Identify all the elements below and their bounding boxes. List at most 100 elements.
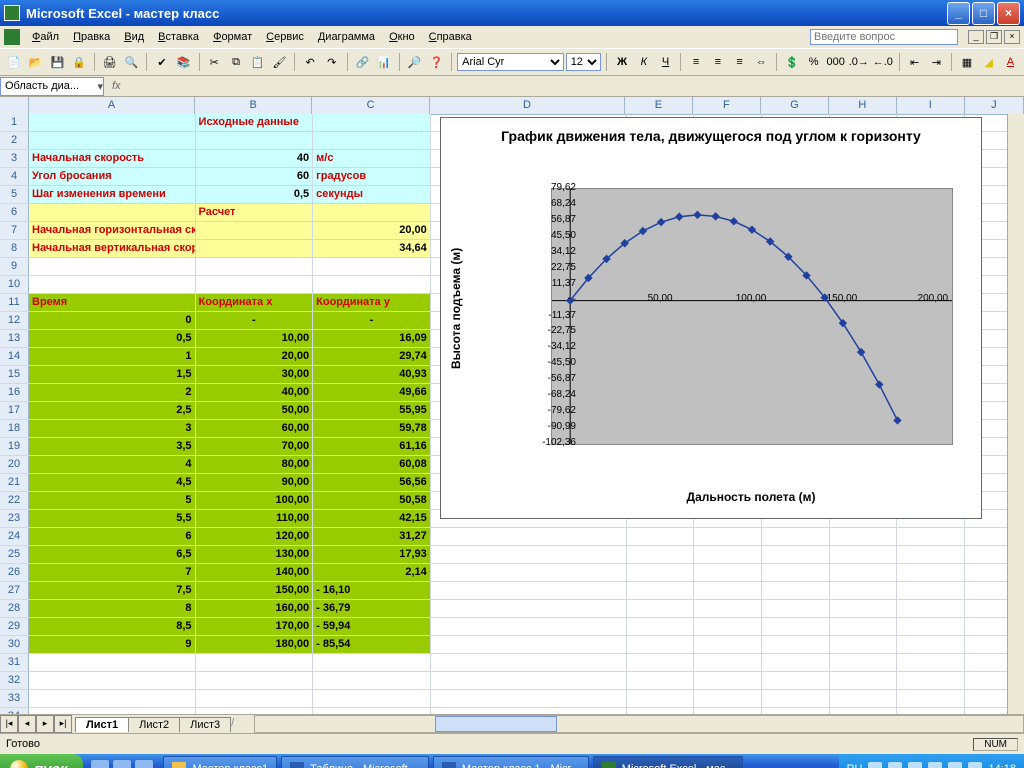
font-name-select[interactable]: Arial Cyr [457, 53, 564, 71]
cell[interactable] [830, 600, 898, 617]
cell[interactable]: 0,5 [196, 186, 314, 203]
cell[interactable]: 30,00 [196, 366, 314, 383]
row-header[interactable]: 7 [0, 222, 29, 239]
align-center-icon[interactable]: ≡ [708, 51, 728, 73]
col-header-A[interactable]: A [29, 97, 195, 114]
cell[interactable]: - 59,94 [313, 618, 431, 635]
cell[interactable] [694, 546, 762, 563]
cell[interactable] [762, 546, 830, 563]
sheet-tab-Лист1[interactable]: Лист1 [75, 717, 129, 732]
cell[interactable] [762, 528, 830, 545]
cell[interactable] [897, 582, 965, 599]
cell[interactable] [431, 636, 627, 653]
fill-color-icon[interactable]: ◢ [979, 51, 999, 73]
cell[interactable] [694, 654, 762, 671]
cell[interactable] [627, 654, 695, 671]
menu-Формат[interactable]: Формат [207, 29, 258, 45]
currency-icon[interactable]: 💲 [782, 51, 802, 73]
cell[interactable]: 50,58 [313, 492, 431, 509]
cell[interactable]: 2 [29, 384, 196, 401]
col-header-C[interactable]: C [312, 97, 429, 114]
cell[interactable] [313, 132, 431, 149]
cell[interactable] [431, 582, 627, 599]
cell[interactable]: 8,5 [29, 618, 196, 635]
doc-close-button[interactable]: × [1004, 30, 1020, 44]
align-left-icon[interactable]: ≡ [686, 51, 706, 73]
cell[interactable]: 29,74 [313, 348, 431, 365]
cell[interactable] [627, 582, 695, 599]
cell[interactable]: 120,00 [196, 528, 314, 545]
help-icon[interactable]: ❓ [427, 51, 447, 73]
cell[interactable]: 50,00 [196, 402, 314, 419]
tab-nav-last[interactable]: ▸| [54, 715, 72, 733]
cell[interactable] [897, 546, 965, 563]
cell[interactable] [627, 564, 695, 581]
cell[interactable] [29, 258, 196, 275]
cell[interactable]: 4,5 [29, 474, 196, 491]
cell[interactable] [29, 114, 196, 131]
row-header[interactable]: 23 [0, 510, 29, 527]
open-icon[interactable]: 📂 [26, 51, 46, 73]
cell[interactable] [196, 690, 314, 707]
taskbar-button[interactable]: Мастер класс1 [163, 756, 277, 768]
cell[interactable]: 2,14 [313, 564, 431, 581]
cell[interactable]: градусов [313, 168, 431, 185]
cell[interactable]: - 36,79 [313, 600, 431, 617]
cell[interactable]: 7,5 [29, 582, 196, 599]
cell[interactable] [897, 618, 965, 635]
cell[interactable] [694, 564, 762, 581]
cell[interactable]: Координата x [196, 294, 314, 311]
cell[interactable] [830, 672, 898, 689]
name-box[interactable]: Область диа...▾ [0, 77, 104, 96]
cell[interactable] [830, 708, 898, 714]
row-header[interactable]: 15 [0, 366, 29, 383]
cell[interactable]: 42,15 [313, 510, 431, 527]
cell[interactable] [830, 618, 898, 635]
row-header[interactable]: 34 [0, 708, 29, 714]
row-header[interactable]: 16 [0, 384, 29, 401]
cell[interactable]: 59,78 [313, 420, 431, 437]
row-header[interactable]: 19 [0, 438, 29, 455]
cell[interactable] [29, 708, 196, 714]
font-size-select[interactable]: 12 [566, 53, 602, 71]
cell[interactable] [29, 132, 196, 149]
format-painter-icon[interactable]: 🖌 [270, 51, 290, 73]
ie-icon[interactable] [91, 760, 109, 768]
col-header-J[interactable]: J [965, 97, 1024, 114]
cell[interactable] [431, 528, 627, 545]
cell[interactable] [627, 708, 695, 714]
tray-icon[interactable] [968, 762, 982, 768]
bold-button[interactable]: Ж [612, 51, 632, 73]
cell[interactable]: 61,16 [313, 438, 431, 455]
start-button[interactable]: пуск [0, 754, 83, 768]
cell[interactable] [897, 708, 965, 714]
menu-Справка[interactable]: Справка [423, 29, 478, 45]
row-header[interactable]: 27 [0, 582, 29, 599]
row-header[interactable]: 2 [0, 132, 29, 149]
cell[interactable] [694, 636, 762, 653]
language-indicator[interactable]: RU [847, 763, 863, 768]
menu-Вставка[interactable]: Вставка [152, 29, 205, 45]
cell[interactable] [897, 654, 965, 671]
cell[interactable] [694, 708, 762, 714]
increase-decimal-icon[interactable]: .0→ [848, 51, 870, 73]
cell[interactable] [29, 690, 196, 707]
tray-icon[interactable] [908, 762, 922, 768]
underline-button[interactable]: Ч [656, 51, 676, 73]
row-header[interactable]: 4 [0, 168, 29, 185]
row-header[interactable]: 25 [0, 546, 29, 563]
tab-nav-first[interactable]: |◂ [0, 715, 18, 733]
cell[interactable] [762, 618, 830, 635]
cell[interactable] [830, 636, 898, 653]
window-maximize-button[interactable]: □ [972, 2, 995, 25]
cell[interactable]: 1 [29, 348, 196, 365]
help-question-box[interactable] [810, 29, 958, 45]
zoom-icon[interactable]: 🔎 [405, 51, 425, 73]
preview-icon[interactable]: 🔍 [121, 51, 141, 73]
cell[interactable]: 56,56 [313, 474, 431, 491]
cell[interactable] [830, 582, 898, 599]
cut-icon[interactable]: ✂ [204, 51, 224, 73]
cell[interactable] [627, 546, 695, 563]
cell[interactable] [431, 654, 627, 671]
print-icon[interactable]: 🖨 [100, 51, 120, 73]
